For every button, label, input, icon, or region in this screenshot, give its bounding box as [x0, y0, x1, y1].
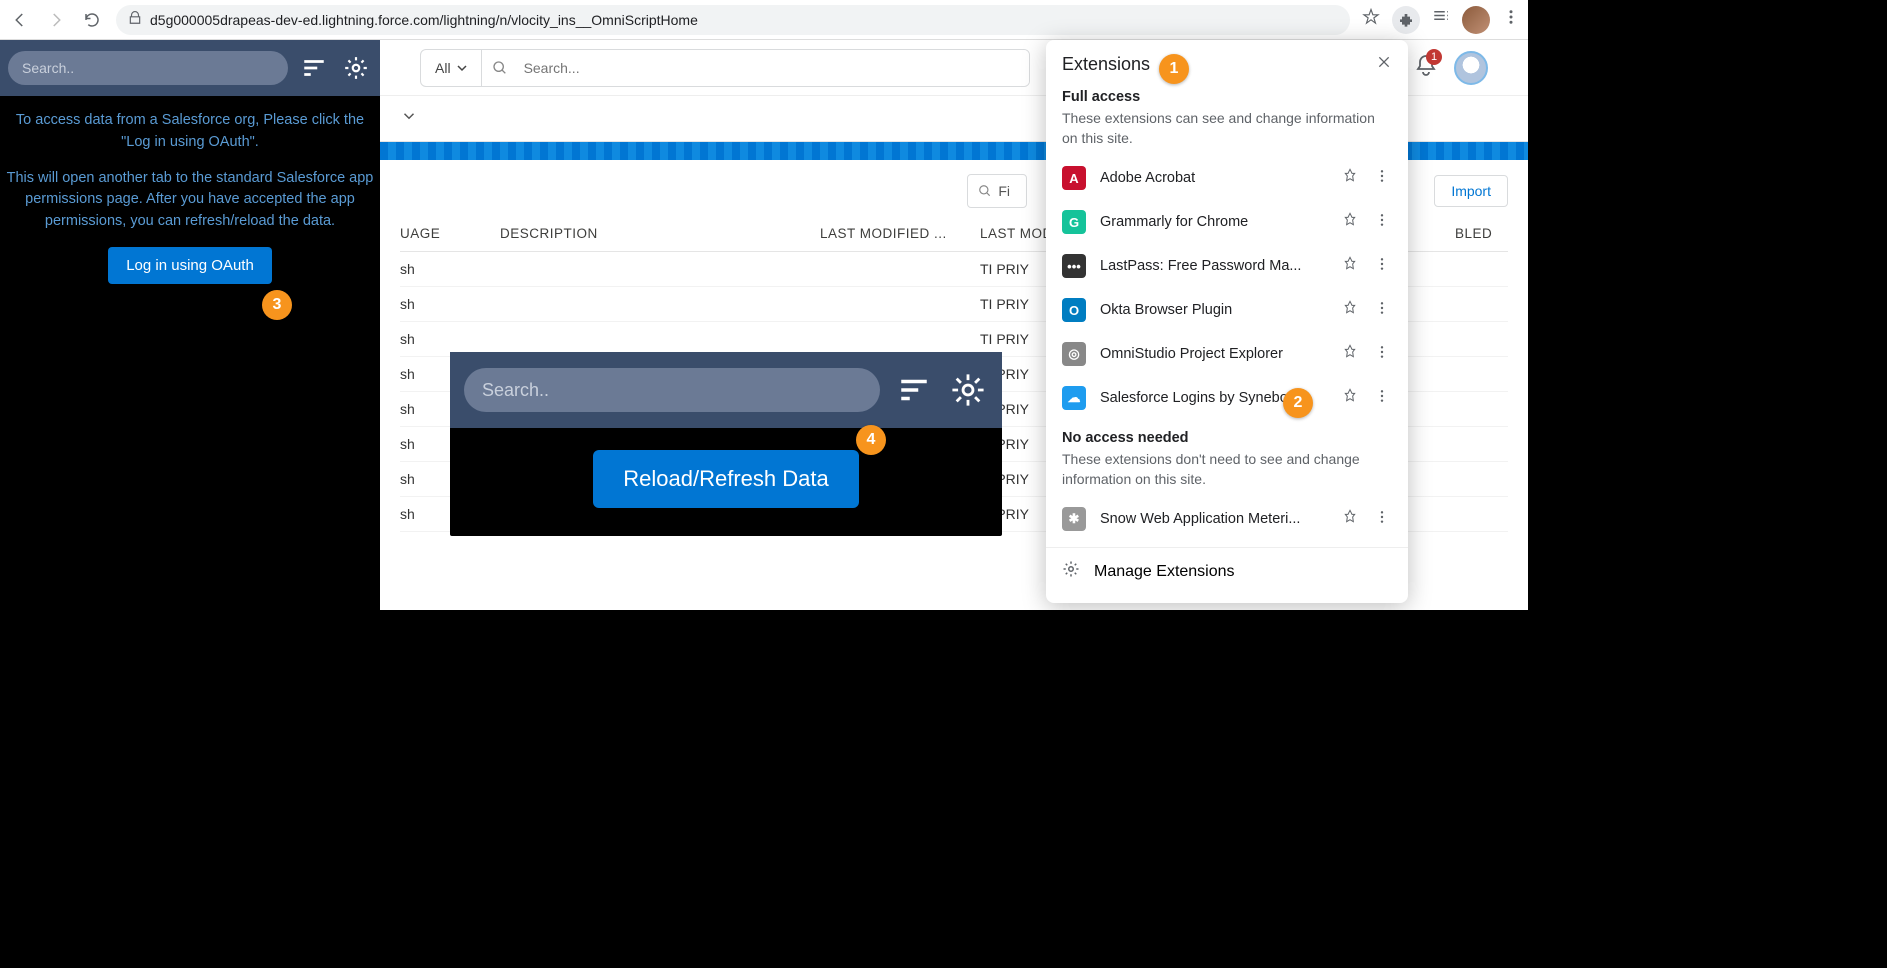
reload-refresh-button[interactable]: Reload/Refresh Data: [593, 450, 858, 508]
notification-bell-icon[interactable]: 1: [1414, 53, 1438, 82]
extension-name: Grammarly for Chrome: [1100, 214, 1328, 230]
extensions-icon[interactable]: [1392, 6, 1420, 34]
annotation-4: 4: [856, 425, 886, 455]
pin-icon[interactable]: [1342, 300, 1360, 321]
notification-badge: 1: [1426, 49, 1442, 65]
col-description: DESCRIPTION: [500, 226, 820, 241]
search-scope-label: All: [435, 60, 451, 76]
extension-name: OmniStudio Project Explorer: [1100, 346, 1328, 362]
manage-extensions-row[interactable]: Manage Extensions: [1046, 547, 1408, 595]
float-header: [450, 352, 1002, 428]
extension-icon: •••: [1062, 254, 1086, 278]
menu-icon[interactable]: [1502, 8, 1520, 31]
extension-icon: O: [1062, 298, 1086, 322]
side-search-input[interactable]: [8, 51, 288, 85]
more-icon[interactable]: [1374, 168, 1392, 189]
sort-icon[interactable]: [894, 370, 934, 410]
col-language: UAGE: [400, 226, 500, 241]
extension-name: Okta Browser Plugin: [1100, 302, 1328, 318]
extension-name: Snow Web Application Meteri...: [1100, 511, 1328, 527]
annotation-3: 3: [262, 290, 292, 320]
extension-name: Adobe Acrobat: [1100, 170, 1328, 186]
more-icon[interactable]: [1374, 212, 1392, 233]
more-icon[interactable]: [1374, 300, 1392, 321]
extension-name: LastPass: Free Password Ma...: [1100, 258, 1328, 274]
sf-user-avatar[interactable]: [1454, 51, 1488, 85]
float-search-input[interactable]: [464, 368, 880, 412]
import-button[interactable]: Import: [1434, 175, 1508, 207]
chevron-down-icon[interactable]: [400, 107, 418, 130]
extension-item[interactable]: A Adobe Acrobat: [1046, 156, 1408, 200]
extensions-popup: Extensions Full access These extensions …: [1046, 40, 1408, 603]
find-input[interactable]: Fi: [967, 174, 1027, 208]
no-access-heading: No access needed: [1062, 430, 1392, 446]
pin-icon[interactable]: [1342, 509, 1360, 530]
manage-extensions-label: Manage Extensions: [1094, 563, 1235, 581]
pin-icon[interactable]: [1342, 168, 1360, 189]
extension-icon: ☁: [1062, 386, 1086, 410]
annotation-1: 1: [1159, 54, 1189, 84]
col-enabled: BLED: [1455, 226, 1492, 241]
pin-icon[interactable]: [1342, 344, 1360, 365]
extensions-title: Extensions: [1062, 54, 1150, 75]
search-scope-dropdown[interactable]: All: [421, 50, 482, 86]
more-icon[interactable]: [1374, 388, 1392, 409]
pin-icon[interactable]: [1342, 212, 1360, 233]
login-oauth-button[interactable]: Log in using OAuth: [108, 247, 272, 284]
browser-toolbar: d5g000005drapeas-dev-ed.lightning.force.…: [0, 0, 1528, 40]
extension-item[interactable]: ✱ Snow Web Application Meteri...: [1046, 497, 1408, 541]
reading-list-icon[interactable]: [1432, 8, 1450, 31]
find-text: Fi: [998, 183, 1010, 199]
extension-item[interactable]: G Grammarly for Chrome: [1046, 200, 1408, 244]
close-icon[interactable]: [1376, 54, 1392, 75]
extension-icon: A: [1062, 166, 1086, 190]
sf-search-input[interactable]: [514, 50, 1029, 86]
gear-icon[interactable]: [948, 370, 988, 410]
floating-reload-panel: Reload/Refresh Data: [450, 352, 1002, 536]
sort-icon[interactable]: [298, 52, 330, 84]
side-panel-header: [0, 40, 380, 96]
oauth-instruction-1: To access data from a Salesforce org, Pl…: [6, 110, 374, 154]
no-access-desc: These extensions don't need to see and c…: [1062, 450, 1392, 489]
full-access-desc: These extensions can see and change info…: [1062, 109, 1392, 148]
reload-button[interactable]: [80, 8, 104, 32]
forward-button[interactable]: [44, 8, 68, 32]
gear-icon[interactable]: [340, 52, 372, 84]
extension-item[interactable]: ◎ OmniStudio Project Explorer: [1046, 332, 1408, 376]
col-last-modified: LAST MODIFIED ...: [820, 226, 980, 241]
url-text: d5g000005drapeas-dev-ed.lightning.force.…: [150, 12, 698, 28]
extension-icon: ◎: [1062, 342, 1086, 366]
full-access-heading: Full access: [1062, 89, 1392, 105]
extension-icon: ✱: [1062, 507, 1086, 531]
more-icon[interactable]: [1374, 344, 1392, 365]
oauth-instruction-2: This will open another tab to the standa…: [6, 168, 374, 233]
pin-icon[interactable]: [1342, 256, 1360, 277]
sf-global-search[interactable]: All: [420, 49, 1030, 87]
more-icon[interactable]: [1374, 256, 1392, 277]
extension-item[interactable]: ☁Salesforce Logins by Synebo: [1046, 376, 1408, 420]
annotation-2: 2: [1283, 388, 1313, 418]
more-icon[interactable]: [1374, 509, 1392, 530]
lock-icon: [128, 11, 142, 28]
extension-item[interactable]: O Okta Browser Plugin: [1046, 288, 1408, 332]
back-button[interactable]: [8, 8, 32, 32]
url-bar[interactable]: d5g000005drapeas-dev-ed.lightning.force.…: [116, 5, 1350, 35]
pin-icon[interactable]: [1342, 388, 1360, 409]
profile-avatar[interactable]: [1462, 6, 1490, 34]
gear-icon: [1062, 560, 1080, 583]
extension-item[interactable]: ••• LastPass: Free Password Ma...: [1046, 244, 1408, 288]
extension-side-panel: To access data from a Salesforce org, Pl…: [0, 40, 380, 610]
extension-icon: G: [1062, 210, 1086, 234]
star-icon[interactable]: [1362, 8, 1380, 31]
